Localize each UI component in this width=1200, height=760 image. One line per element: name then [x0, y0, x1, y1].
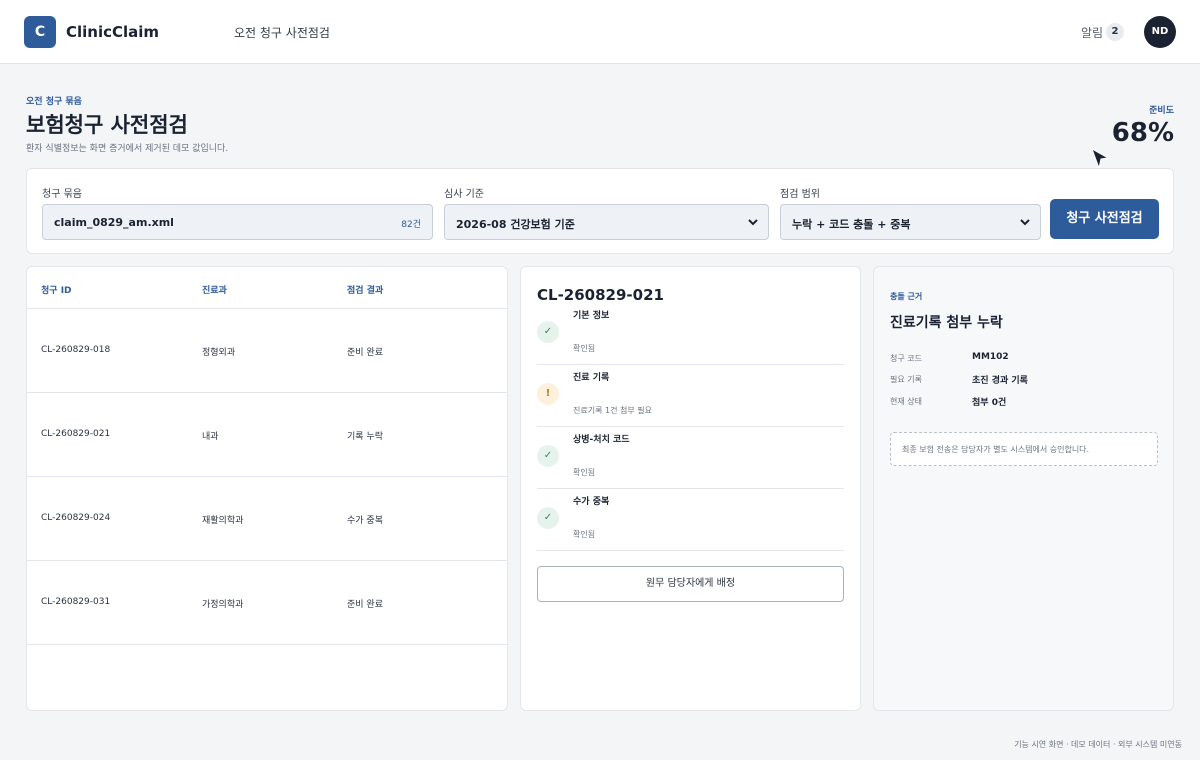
department-cell: 정형외과	[202, 348, 236, 358]
standard-selected-value: 2026-08 건강보험 기준	[456, 218, 575, 231]
approval-note-text: 최종 보험 전송은 담당자가 별도 시스템에서 승인합니다.	[902, 445, 1090, 454]
scope-label: 점검 범위	[780, 189, 820, 200]
bundle-count: 82건	[401, 220, 421, 230]
chevron-down-icon	[1020, 219, 1030, 226]
table-row[interactable]: CL-260829-031 가정의학과 준비 완료	[27, 561, 507, 645]
field-key: 청구 코드	[890, 354, 922, 363]
evidence-eyebrow: 충돌 근거	[890, 292, 923, 301]
field-key: 현재 상태	[890, 397, 922, 406]
bundle-label: 청구 묶음	[42, 189, 82, 200]
mouse-cursor-icon	[1091, 148, 1109, 170]
page-eyebrow: 오전 청구 묶음	[26, 97, 82, 107]
check-item-medical-record: ! 진료 기록 진료기록 1건 첨부 필요	[537, 365, 844, 427]
result-cell: 준비 완료	[347, 600, 383, 610]
column-header-department[interactable]: 진료과	[202, 283, 227, 296]
table-row[interactable]: CL-260829-021 내과 기록 누락	[27, 393, 507, 477]
field-value: 초진 경과 기록	[972, 376, 1028, 386]
check-item-diagnosis-code: ✓ 상병-처치 코드 확인됨	[537, 427, 844, 489]
notifications-link[interactable]: 알림	[1081, 24, 1103, 41]
bundle-file-field[interactable]: claim_0829_am.xml 82건	[42, 204, 433, 240]
check-description: 확인됨	[573, 344, 596, 353]
conflict-evidence-panel: 충돌 근거 진료기록 첨부 누락 청구 코드 MM102 필요 기록 초진 경과…	[873, 266, 1174, 711]
claims-table: 청구 ID 진료과 점검 결과 CL-260829-018 정형외과 준비 완료…	[26, 266, 508, 711]
check-ok-icon: ✓	[537, 507, 559, 529]
standard-select[interactable]: 2026-08 건강보험 기준	[444, 204, 769, 240]
page-title: 보험청구 사전점검	[26, 113, 188, 137]
check-ok-icon: ✓	[537, 321, 559, 343]
field-value: 첨부 0건	[972, 398, 1007, 408]
page-subtitle: 환자 식별정보는 화면 증거에서 제거된 데모 값입니다.	[26, 144, 229, 154]
column-header-claim-id[interactable]: 청구 ID	[41, 283, 72, 296]
check-title: 수가 중복	[573, 497, 610, 507]
notifications-count-badge[interactable]: 2	[1106, 23, 1124, 41]
claim-id-cell: CL-260829-031	[41, 597, 111, 607]
assign-to-admin-button[interactable]: 원무 담당자에게 배정	[537, 566, 844, 602]
result-cell: 수가 중복	[347, 516, 383, 526]
claim-detail-panel: CL-260829-021 ✓ 기본 정보 확인됨 ! 진료 기록 진료기록 1…	[520, 266, 861, 711]
chevron-down-icon	[748, 219, 758, 226]
nav-link-morning-precheck[interactable]: 오전 청구 사전점검	[234, 24, 330, 41]
filter-card: 청구 묶음 claim_0829_am.xml 82건 심사 기준 2026-0…	[26, 168, 1174, 254]
check-ok-icon: ✓	[537, 445, 559, 467]
readiness-value: 68%	[1111, 118, 1174, 148]
claim-id-cell: CL-260829-021	[41, 429, 111, 439]
check-warning-icon: !	[537, 383, 559, 405]
field-key: 필요 기록	[890, 375, 922, 384]
top-bar: C ClinicClaim 오전 청구 사전점검 알림 2 ND	[0, 0, 1200, 64]
detail-claim-id: CL-260829-021	[537, 286, 664, 304]
scope-selected-value: 누락 + 코드 충돌 + 중복	[792, 218, 911, 231]
app-name[interactable]: ClinicClaim	[66, 23, 159, 41]
claim-id-cell: CL-260829-018	[41, 345, 111, 355]
department-cell: 내과	[202, 432, 219, 442]
result-cell: 준비 완료	[347, 348, 383, 358]
table-row[interactable]: CL-260829-024 재활의학과 수가 중복	[27, 477, 507, 561]
app-logo[interactable]: C	[24, 16, 56, 48]
result-cell: 기록 누락	[347, 432, 383, 442]
standard-label: 심사 기준	[444, 189, 484, 200]
readiness-label: 준비도	[1149, 106, 1174, 116]
check-description: 확인됨	[573, 468, 596, 477]
department-cell: 가정의학과	[202, 600, 244, 610]
claim-id-cell: CL-260829-024	[41, 513, 111, 523]
run-precheck-button[interactable]: 청구 사전점검	[1050, 199, 1159, 239]
check-title: 상병-처치 코드	[573, 435, 630, 445]
check-title: 진료 기록	[573, 373, 610, 383]
check-item-fee-duplicate: ✓ 수가 중복 확인됨	[537, 489, 844, 551]
field-value: MM102	[972, 352, 1009, 362]
check-description: 확인됨	[573, 530, 596, 539]
check-title: 기본 정보	[573, 311, 610, 321]
scope-select[interactable]: 누락 + 코드 충돌 + 중복	[780, 204, 1041, 240]
evidence-title: 진료기록 첨부 누락	[890, 315, 1003, 331]
check-description: 진료기록 1건 첨부 필요	[573, 406, 652, 415]
footer-note: 기능 시연 화면 · 데모 데이터 · 외부 시스템 미연동	[1014, 740, 1182, 749]
column-header-result[interactable]: 점검 결과	[347, 283, 383, 296]
check-item-basic-info: ✓ 기본 정보 확인됨	[537, 303, 844, 365]
department-cell: 재활의학과	[202, 516, 244, 526]
table-row[interactable]: CL-260829-018 정형외과 준비 완료	[27, 309, 507, 393]
user-avatar[interactable]: ND	[1144, 16, 1176, 48]
approval-note: 최종 보험 전송은 담당자가 별도 시스템에서 승인합니다.	[890, 432, 1158, 466]
bundle-file-name: claim_0829_am.xml	[54, 216, 174, 229]
